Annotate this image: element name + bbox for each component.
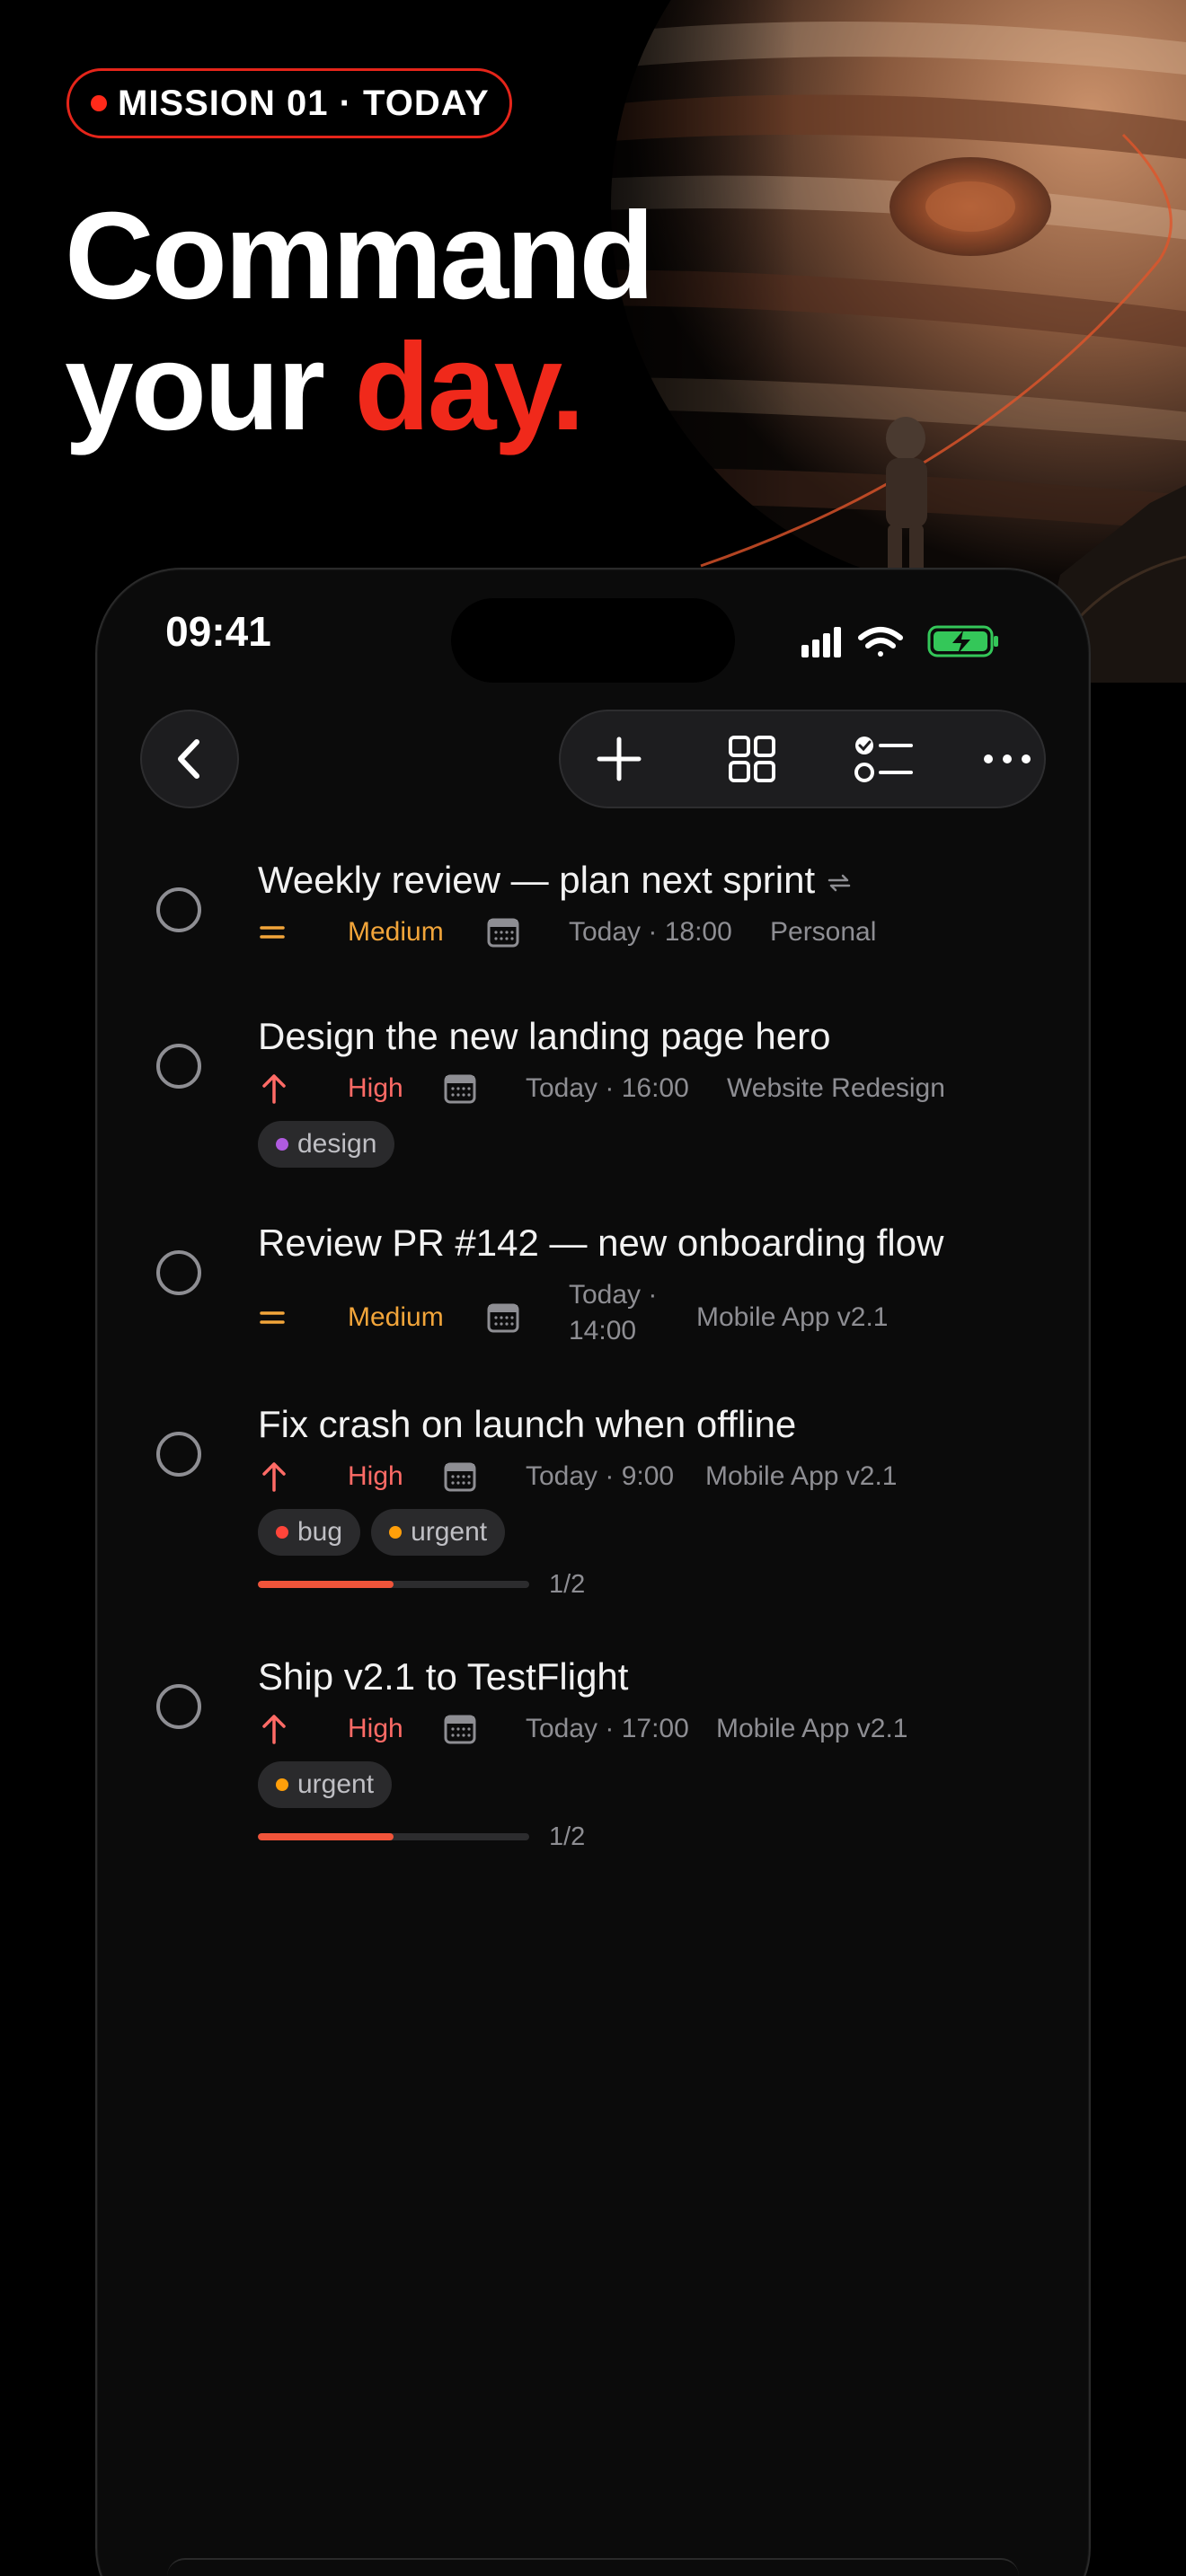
priority-label: High xyxy=(348,1714,403,1743)
task-meta: Medium Today · 18:00 Personal xyxy=(258,905,1040,959)
priority-label: Medium xyxy=(348,1302,444,1332)
tag-color-dot xyxy=(276,1778,288,1791)
project-name: Mobile App v2.1 xyxy=(696,1302,889,1332)
task-meta: High Today · 17:00 Mobile App v2.1 xyxy=(258,1702,1040,1756)
tag-label: design xyxy=(297,1129,377,1159)
task-checkbox[interactable] xyxy=(156,887,201,932)
task-title: Ship v2.1 to TestFlight xyxy=(258,1655,629,1698)
priority-label: High xyxy=(348,1073,403,1103)
subtask-progress: 1/2 xyxy=(258,1819,617,1855)
due-date-line-2: 14:00 xyxy=(569,1316,637,1345)
dynamic-island xyxy=(451,598,735,683)
mission-badge: MISSION 01 · TODAY xyxy=(66,68,512,138)
chevron-left-icon xyxy=(178,739,199,779)
task-title: Weekly review — plan next sprint xyxy=(258,859,853,902)
project-name: Mobile App v2.1 xyxy=(705,1461,898,1491)
calendar-icon xyxy=(443,1062,477,1116)
project-name: Mobile App v2.1 xyxy=(716,1714,908,1743)
progress-label: 1/2 xyxy=(549,1570,586,1599)
task-title: Fix crash on launch when offline xyxy=(258,1403,797,1445)
tag-chip[interactable]: urgent xyxy=(371,1509,506,1556)
tag-label: bug xyxy=(297,1517,343,1547)
checklist-icon xyxy=(854,737,913,782)
tag-color-dot xyxy=(389,1526,403,1539)
due-date: Today · 18:00 xyxy=(569,917,732,947)
tag-label: urgent xyxy=(297,1769,375,1799)
add-task-button[interactable] xyxy=(570,711,668,807)
mission-badge-label: MISSION 01 · TODAY xyxy=(118,83,490,123)
priority-high-icon xyxy=(261,1062,287,1116)
priority-medium-icon xyxy=(258,905,287,959)
checklist-button[interactable] xyxy=(834,711,933,807)
project-name: Personal xyxy=(770,917,877,947)
status-icons xyxy=(800,620,1003,663)
priority-high-icon xyxy=(261,1702,287,1756)
tag-list: design xyxy=(258,1121,395,1168)
progress-fill xyxy=(258,1833,394,1840)
live-dot-icon xyxy=(91,95,107,111)
due-date: Today · 16:00 xyxy=(526,1073,689,1103)
task-meta: High Today · 16:00 Website Redesign xyxy=(258,1062,1040,1116)
progress-track xyxy=(258,1581,529,1588)
task-checkbox[interactable] xyxy=(156,1684,201,1729)
due-date: Today · 17:00 xyxy=(526,1714,689,1743)
tag-color-dot xyxy=(276,1138,288,1151)
grid-view-button[interactable] xyxy=(703,711,801,807)
due-date-line-1: Today · xyxy=(569,1280,658,1310)
project-name: Website Redesign xyxy=(727,1073,945,1103)
calendar-icon xyxy=(486,905,520,959)
tag-list: bug urgent xyxy=(258,1509,506,1556)
calendar-icon xyxy=(443,1702,477,1756)
due-date: Today · 14:00 xyxy=(569,1277,657,1349)
more-button[interactable] xyxy=(958,711,1057,807)
repeat-icon xyxy=(828,874,851,892)
progress-fill xyxy=(258,1581,394,1588)
tag-list: urgent xyxy=(258,1761,393,1808)
calendar-icon xyxy=(486,1291,520,1345)
progress-label: 1/2 xyxy=(549,1822,586,1851)
more-icon xyxy=(984,754,1031,763)
bottom-sheet-edge xyxy=(167,2558,1019,2576)
tag-color-dot xyxy=(276,1526,288,1539)
task-row[interactable]: Fix crash on launch when offline High To… xyxy=(144,1396,1042,1611)
cellular-signal-icon xyxy=(801,627,841,657)
status-time: 09:41 xyxy=(165,608,271,655)
task-title-text: Weekly review — plan next sprint xyxy=(258,859,816,901)
headline-line-1: Command xyxy=(65,187,655,325)
calendar-icon xyxy=(443,1450,477,1504)
battery-charging-icon xyxy=(927,625,998,657)
priority-medium-icon xyxy=(258,1291,287,1345)
wifi-icon xyxy=(858,627,903,657)
headline-accent: day. xyxy=(354,318,585,456)
tag-chip[interactable]: urgent xyxy=(258,1761,393,1808)
plus-icon xyxy=(597,737,642,781)
task-checkbox[interactable] xyxy=(156,1432,201,1477)
grid-icon xyxy=(729,736,775,782)
task-title: Review PR #142 — new onboarding flow xyxy=(258,1222,944,1264)
tag-chip[interactable]: bug xyxy=(258,1509,361,1556)
task-row[interactable]: Review PR #142 — new onboarding flow Med… xyxy=(144,1214,1042,1367)
back-button[interactable] xyxy=(140,710,239,808)
toolbar xyxy=(559,710,1046,808)
task-row[interactable]: Design the new landing page hero High To… xyxy=(144,1008,1042,1178)
task-row[interactable]: Weekly review — plan next sprint Medium … xyxy=(144,851,1042,968)
task-row[interactable]: Ship v2.1 to TestFlight High Today · 17:… xyxy=(144,1648,1042,1864)
headline-plain: your xyxy=(65,318,355,456)
tag-chip[interactable]: design xyxy=(258,1121,395,1168)
priority-label: Medium xyxy=(348,917,444,947)
tag-label: urgent xyxy=(411,1517,488,1547)
task-meta: Medium Today · 14:00 Mobile App v2.1 xyxy=(258,1277,1040,1358)
task-title: Design the new landing page hero xyxy=(258,1015,831,1057)
progress-track xyxy=(258,1833,529,1840)
task-checkbox[interactable] xyxy=(156,1250,201,1295)
hero-headline: Command your day. xyxy=(65,187,655,453)
subtask-progress: 1/2 xyxy=(258,1566,617,1602)
task-checkbox[interactable] xyxy=(156,1044,201,1089)
task-meta: High Today · 9:00 Mobile App v2.1 xyxy=(258,1450,1040,1504)
priority-label: High xyxy=(348,1461,403,1491)
headline-line-2: your day. xyxy=(65,322,652,453)
due-date: Today · 9:00 xyxy=(526,1461,675,1491)
priority-high-icon xyxy=(261,1450,287,1504)
